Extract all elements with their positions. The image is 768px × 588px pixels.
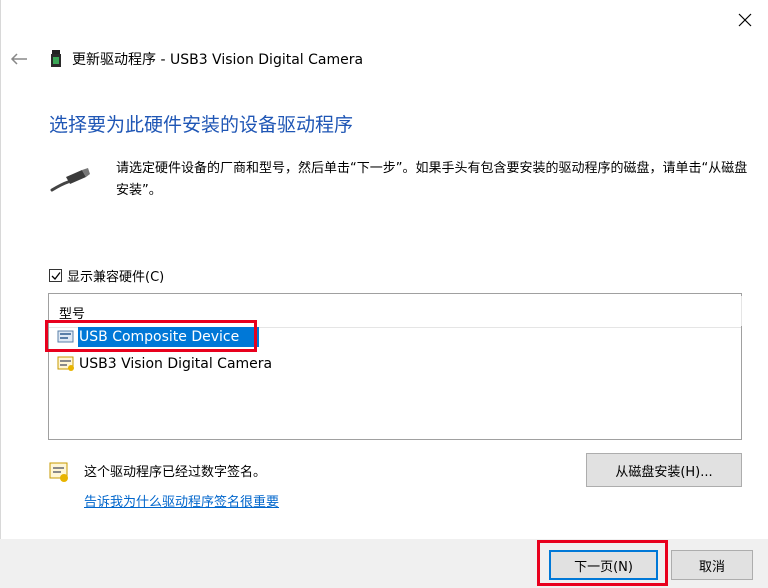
- signature-status: 这个驱动程序已经过数字签名。: [84, 465, 267, 480]
- model-listbox[interactable]: 型号 USB Composite Device USB3 Vision Digi…: [48, 293, 742, 440]
- window-border: [0, 0, 1, 588]
- have-disk-button[interactable]: 从磁盘安装(H)...: [586, 453, 742, 487]
- annotation-highlight-box: [45, 320, 257, 352]
- list-item-label[interactable]: USB3 Vision Digital Camera: [78, 354, 276, 374]
- close-icon: [738, 13, 752, 27]
- back-arrow-icon: [10, 53, 27, 65]
- column-separator[interactable]: [741, 296, 742, 326]
- device-icon: [51, 50, 61, 67]
- close-button[interactable]: [722, 0, 768, 40]
- annotation-highlight-box: [537, 540, 668, 586]
- cancel-button[interactable]: 取消: [671, 550, 753, 580]
- signed-driver-icon: [49, 462, 68, 482]
- signature-info-link[interactable]: 告诉我为什么驱动程序签名很重要: [84, 491, 279, 510]
- checkbox-label[interactable]: 显示兼容硬件(C): [67, 266, 164, 285]
- page-heading: 选择要为此硬件安装的设备驱动程序: [49, 114, 354, 136]
- instructions-text: 请选定硬件设备的厂商和型号，然后单击“下一步”。如果手头有包含要安装的驱动程序的…: [116, 161, 748, 198]
- window-title: 更新驱动程序 - USB3 Vision Digital Camera: [72, 52, 364, 68]
- certified-driver-icon: [57, 356, 74, 371]
- checkbox-box[interactable]: [49, 269, 62, 282]
- compatible-hardware-checkbox[interactable]: 显示兼容硬件(C): [49, 266, 164, 285]
- list-item[interactable]: USB3 Vision Digital Camera: [57, 353, 276, 375]
- checkmark-icon: [51, 271, 61, 280]
- usb-cable-icon: [50, 168, 90, 192]
- back-button[interactable]: [6, 45, 32, 73]
